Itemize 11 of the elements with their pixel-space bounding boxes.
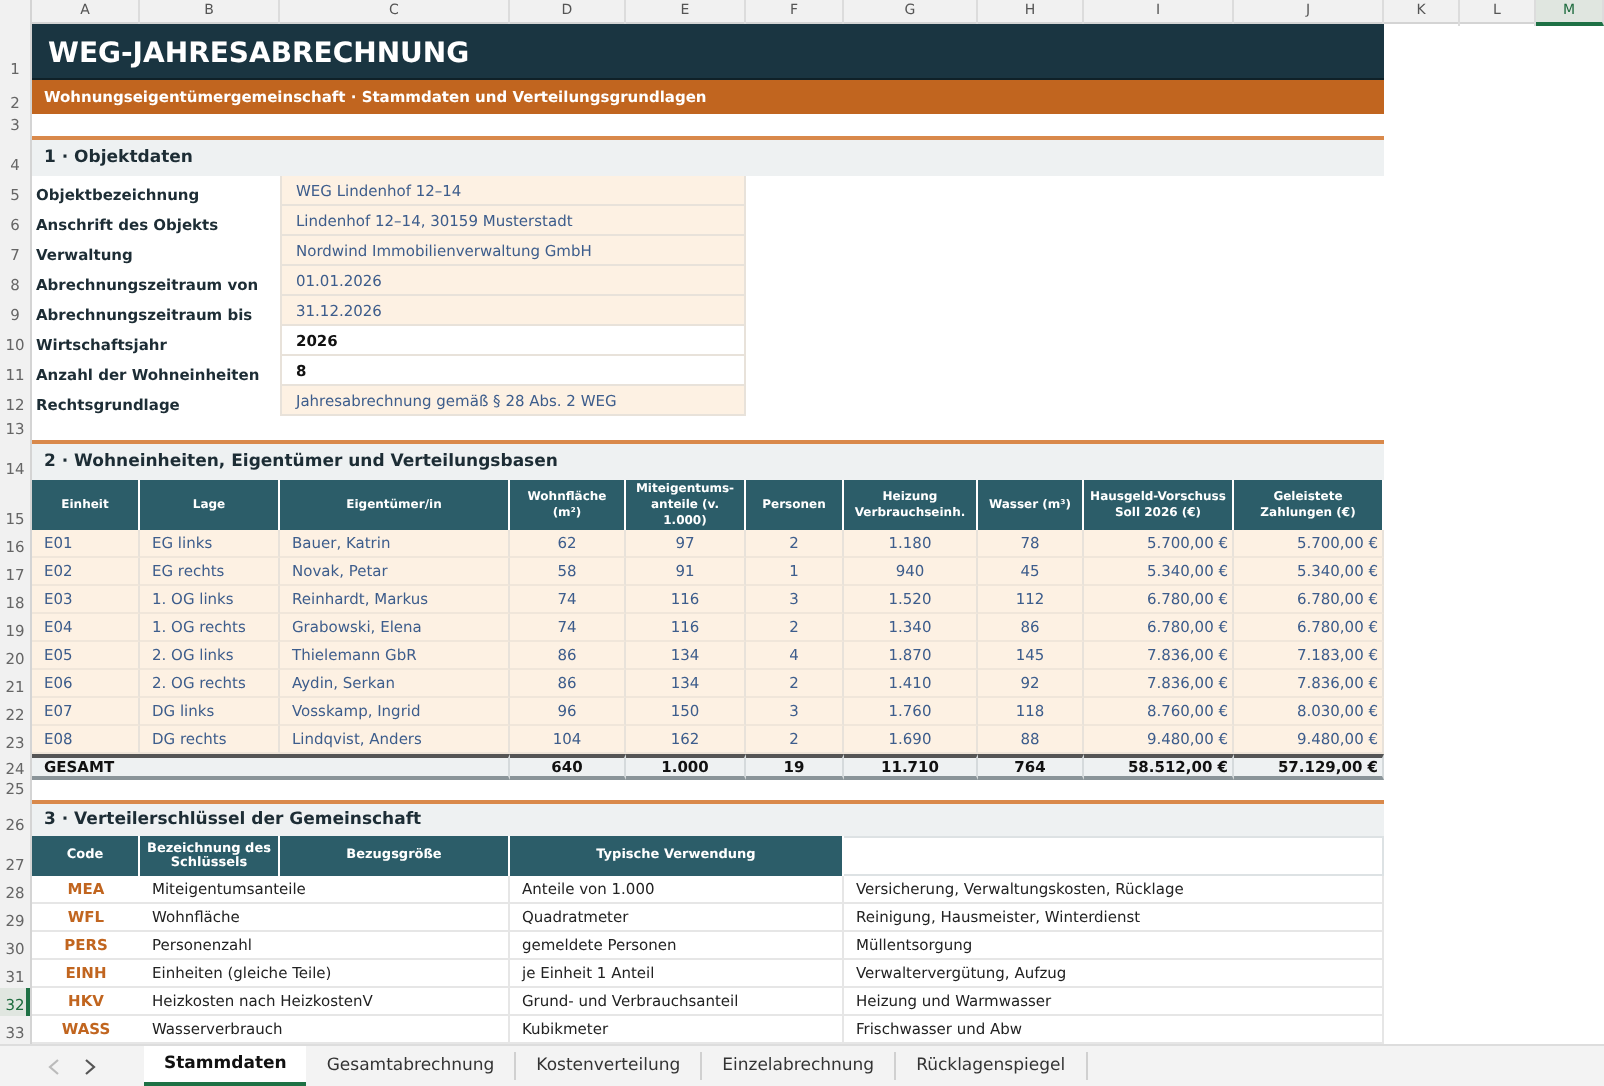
- sheet-tab[interactable]: Einzelabrechnung: [702, 1052, 897, 1080]
- sheet-tab[interactable]: Kostenverteilung: [516, 1052, 703, 1080]
- sheet-tab[interactable]: Rücklagenspiegel: [896, 1052, 1088, 1080]
- chevron-left-icon: [48, 1057, 60, 1075]
- chevron-right-icon: [84, 1057, 96, 1075]
- sheet-title: WEG-JAHRESABRECHNUNG: [32, 24, 1384, 80]
- section-heading: 3 · Verteilerschlüssel der Gemeinschaft: [32, 800, 1384, 836]
- sheet-tab[interactable]: Stammdaten: [144, 1046, 307, 1086]
- sheet-tab[interactable]: Gesamtabrechnung: [306, 1052, 517, 1080]
- section-heading: 2 · Wohneinheiten, Eigentümer und Verteilungsbasen: [32, 440, 1384, 480]
- section-heading: 1 · Objektdaten: [32, 136, 1384, 176]
